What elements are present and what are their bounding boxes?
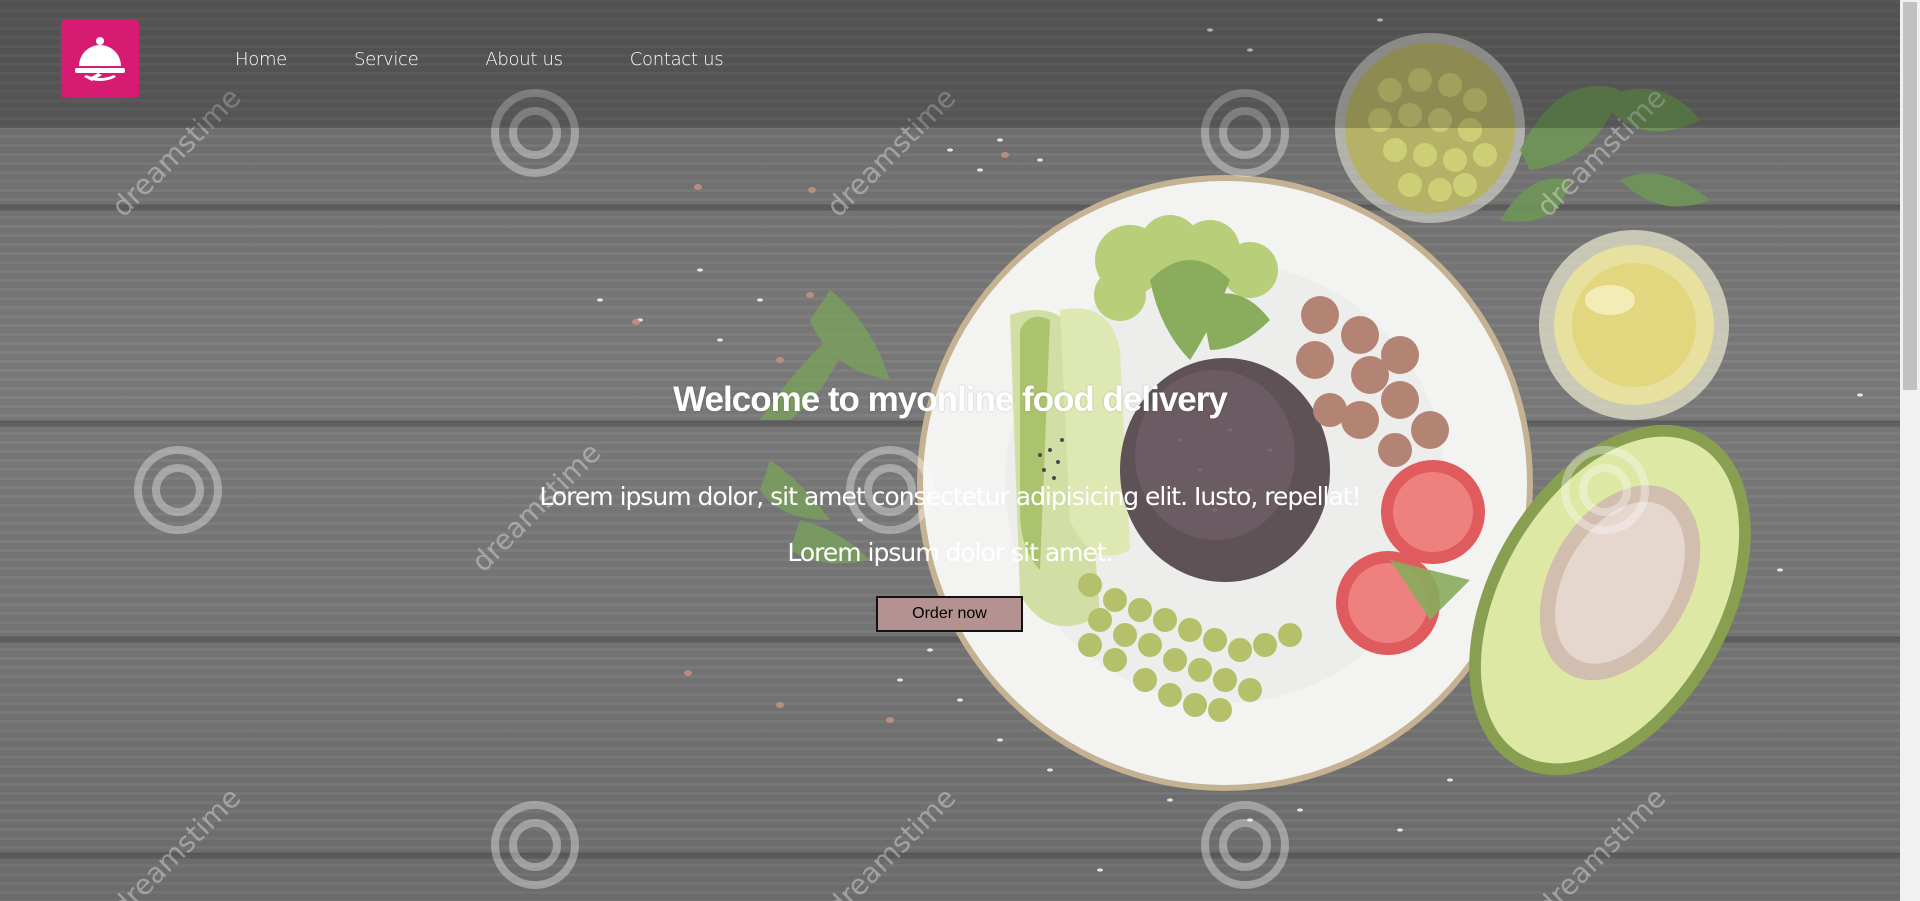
food-cloche-icon — [75, 37, 125, 81]
scrollbar-thumb[interactable] — [1903, 2, 1917, 390]
nav-service-link[interactable]: Service — [354, 49, 419, 70]
nav-about-link[interactable]: About us — [485, 49, 563, 70]
page-scrollbar[interactable] — [1900, 0, 1920, 901]
nav-links: Home Service About us Contact us — [235, 49, 790, 70]
page: dreamstime dreamstime dreamstime dreamst… — [0, 0, 1920, 901]
hero-title: Welcome to myonline food delivery — [673, 380, 1228, 419]
navbar: Home Service About us Contact us — [0, 0, 1900, 128]
order-now-button[interactable]: Order now — [876, 596, 1023, 632]
nav-contact-link[interactable]: Contact us — [630, 49, 724, 70]
hero-description-line-1: Lorem ipsum dolor, sit amet consectetur … — [539, 482, 1361, 511]
logo[interactable] — [61, 20, 139, 98]
nav-home-link[interactable]: Home — [235, 49, 287, 70]
background-overlay — [0, 0, 1900, 901]
hero-description-line-2: Lorem ipsum dolor sit amet. — [787, 538, 1113, 567]
